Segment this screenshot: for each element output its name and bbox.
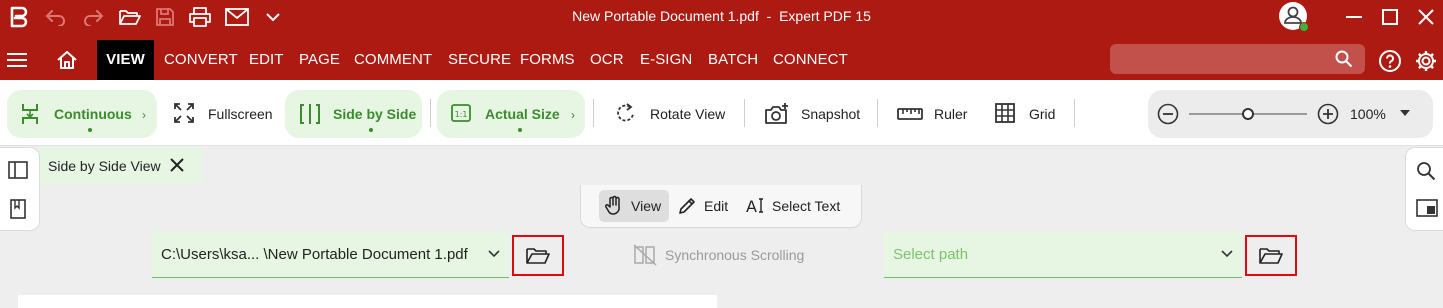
sidebar-toggle-icon[interactable]: [8, 161, 28, 179]
tab-edit[interactable]: EDIT: [249, 40, 284, 80]
help-icon[interactable]: [1378, 49, 1402, 73]
right-open-folder-button[interactable]: [1245, 235, 1297, 276]
actual-size-icon: 1:1: [450, 102, 474, 126]
menu-bar: VIEW CONVERT EDIT PAGE COMMENT SECURE FO…: [0, 40, 1443, 80]
zoom-slider-track[interactable]: [1189, 108, 1307, 120]
zoom-in-icon[interactable]: [1317, 103, 1339, 125]
title-bar: New Portable Document 1.pdf - Expert PDF…: [0, 0, 1443, 80]
snapshot-camera-icon: [764, 102, 788, 126]
bookmark-panel-icon[interactable]: [10, 199, 26, 219]
zoom-dropdown-icon[interactable]: [1400, 110, 1410, 117]
ribbon-separator: [430, 99, 431, 127]
ruler-button[interactable]: Ruler: [934, 106, 967, 122]
tab-ocr[interactable]: OCR: [590, 40, 624, 80]
view-mode-toolbar: View Edit A Select Text: [580, 185, 862, 228]
left-path-chevron-down-icon: [488, 250, 500, 258]
left-path-value: C:\Users\ksa... \New Portable Document 1…: [161, 246, 468, 263]
sync-scroll-label: Synchronous Scrolling: [665, 247, 805, 263]
ribbon-separator: [593, 99, 594, 127]
view-mode-label: View: [631, 198, 662, 214]
search-input[interactable]: [1110, 44, 1365, 74]
actual-size-active-dot: [518, 128, 522, 132]
edit-mode-label: Edit: [704, 198, 729, 214]
zoom-out-icon[interactable]: [1157, 103, 1179, 125]
continuous-label: Continuous: [54, 106, 132, 122]
tab-view[interactable]: VIEW: [97, 40, 154, 80]
right-path-placeholder: Select path: [893, 246, 969, 263]
search-icon: [1335, 50, 1353, 68]
tab-page[interactable]: PAGE: [299, 40, 340, 80]
minimize-icon[interactable]: [1341, 4, 1367, 30]
left-document-path-select[interactable]: C:\Users\ksa... \New Portable Document 1…: [152, 231, 509, 278]
synchronous-scrolling-toggle[interactable]: Synchronous Scrolling: [633, 244, 804, 266]
document-tab-side-by-side[interactable]: Side by Side View: [40, 147, 202, 184]
account-avatar-icon[interactable]: [1278, 1, 1310, 33]
select-text-label: Select Text: [772, 198, 841, 214]
svg-text:1:1: 1:1: [455, 110, 468, 119]
rotate-view-button[interactable]: Rotate View: [650, 106, 725, 122]
actual-size-label: Actual Size: [485, 106, 560, 122]
fullscreen-button[interactable]: Fullscreen: [208, 106, 273, 122]
sync-scroll-off-icon: [633, 244, 657, 266]
continuous-chevron-icon[interactable]: ›: [142, 108, 146, 122]
hand-icon: [603, 195, 625, 217]
tab-secure[interactable]: SECURE: [448, 40, 511, 80]
continuous-active-dot: [88, 128, 92, 132]
ruler-icon: [897, 102, 923, 126]
snapshot-button[interactable]: Snapshot: [801, 106, 860, 122]
maximize-icon[interactable]: [1377, 4, 1403, 30]
tab-close-icon[interactable]: [170, 158, 184, 172]
settings-gear-icon[interactable]: [1414, 49, 1438, 73]
select-text-icon: A: [745, 196, 767, 216]
left-open-folder-button[interactable]: [512, 235, 564, 276]
properties-panel-icon[interactable]: [1416, 199, 1438, 217]
view-ribbon: Continuous › Fullscreen Side by Side 1:1…: [0, 80, 1443, 146]
edit-mode-button[interactable]: Edit: [677, 190, 737, 222]
open-folder-icon: [1259, 246, 1283, 266]
select-text-button[interactable]: A Select Text: [745, 190, 855, 222]
window-title: New Portable Document 1.pdf - Expert PDF…: [572, 8, 871, 24]
actual-size-chevron-icon[interactable]: ›: [571, 108, 575, 122]
left-panel-toolbar: [0, 147, 40, 231]
tab-title: Side by Side View: [48, 158, 161, 174]
right-panel-toolbar: [1405, 147, 1443, 231]
view-mode-button[interactable]: View: [599, 190, 669, 222]
close-icon[interactable]: [1413, 4, 1439, 30]
tab-connect[interactable]: CONNECT: [773, 40, 848, 80]
side-by-side-active-dot: [369, 128, 373, 132]
side-by-side-label: Side by Side: [333, 106, 417, 122]
tab-convert[interactable]: CONVERT: [164, 40, 238, 80]
grid-icon: [994, 102, 1018, 126]
zoom-level[interactable]: 100%: [1350, 106, 1386, 122]
ribbon-separator: [877, 99, 878, 127]
zoom-control: 100%: [1148, 90, 1433, 138]
tab-e-sign[interactable]: E-SIGN: [640, 40, 692, 80]
tab-comment[interactable]: COMMENT: [354, 40, 432, 80]
title-row: New Portable Document 1.pdf - Expert PDF…: [0, 0, 1443, 34]
grid-button[interactable]: Grid: [1029, 106, 1055, 122]
fullscreen-icon: [173, 102, 197, 126]
left-document-page: [18, 295, 717, 308]
continuous-scroll-icon: [19, 102, 43, 126]
rotate-view-icon: [615, 102, 639, 126]
right-path-chevron-down-icon: [1221, 250, 1233, 258]
right-document-path-select[interactable]: Select path: [884, 231, 1242, 278]
side-by-side-icon: [298, 102, 322, 126]
ribbon-separator: [1074, 99, 1075, 127]
svg-text:A: A: [746, 197, 757, 216]
ribbon-separator: [744, 99, 745, 127]
tab-batch[interactable]: BATCH: [708, 40, 758, 80]
home-icon[interactable]: [56, 49, 78, 71]
pencil-icon: [677, 196, 697, 216]
hamburger-menu-icon[interactable]: [6, 50, 28, 70]
find-search-icon[interactable]: [1416, 161, 1436, 181]
zoom-slider-thumb[interactable]: [1242, 108, 1254, 120]
open-folder-icon: [526, 246, 550, 266]
tab-forms[interactable]: FORMS: [520, 40, 575, 80]
